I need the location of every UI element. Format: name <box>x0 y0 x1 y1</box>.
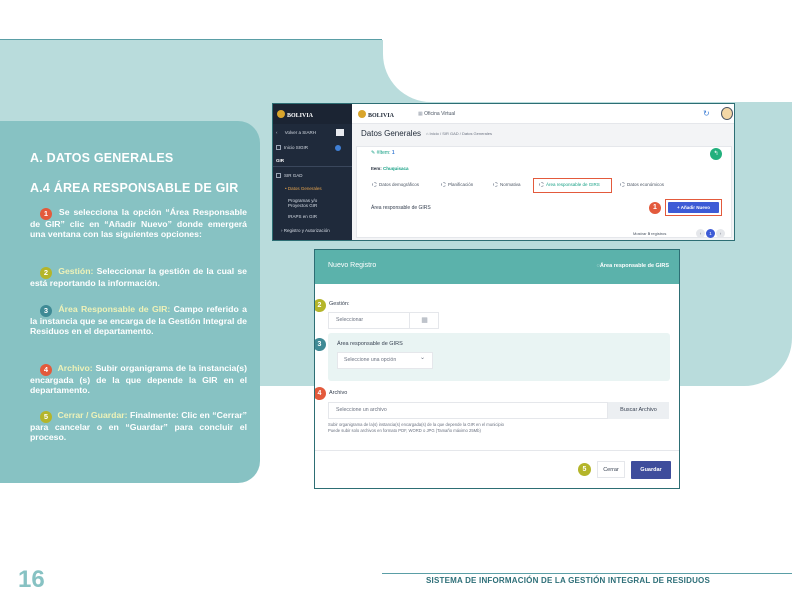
avatar[interactable] <box>721 107 733 120</box>
browse-file-button[interactable]: Buscar Archivo <box>608 402 669 419</box>
sidebar-item-registro[interactable]: › Registro y Autorización <box>281 228 330 233</box>
tab-planificacion[interactable]: Planificación <box>441 182 473 187</box>
datos-generales-screenshot: BOLIVIA BOLIVIA ▦ Oficina Virtual ↻ ‹ Vo… <box>272 103 735 241</box>
step-badge: 4 <box>315 387 326 400</box>
sidebar-group-gir: GIR <box>276 158 285 163</box>
notification-dot <box>335 145 341 151</box>
cancel-button[interactable]: Cerrar <box>597 461 625 478</box>
page-button[interactable]: 1 <box>706 229 715 238</box>
header-title: MINISTERIO DE MEDIO AMBIENTE Y AGUA <box>29 27 205 36</box>
subsection-title: A.4 ÁREA RESPONSABLE DE GIR <box>30 181 239 195</box>
tab-normativa[interactable]: Normativa <box>493 182 521 187</box>
area-label: Área responsable de GIRS <box>337 341 403 347</box>
office-link[interactable]: ▦ Oficina Virtual <box>418 111 455 117</box>
sidebar-logo: BOLIVIA <box>277 110 313 119</box>
item-number: ✎ #Item: 1 <box>371 150 395 156</box>
add-new-button[interactable]: + Añadir Nuevo <box>668 202 719 213</box>
step-label: Archivo: <box>57 363 93 373</box>
modal-subtitle: ◌Área responsable de GIRS <box>596 263 669 269</box>
background-cutout <box>383 40 792 102</box>
chevron-down-icon: ⌄ <box>420 355 426 361</box>
step-badge: 1 <box>649 202 661 214</box>
sidebar-item-home[interactable]: Inicio SIGIR <box>276 145 308 150</box>
folder-icon <box>276 173 281 178</box>
archivo-input[interactable]: Seleccione un archivo <box>328 402 608 419</box>
chevron-left-icon: ‹ <box>276 130 278 135</box>
prev-page-button[interactable]: ‹ <box>696 229 705 238</box>
page-size-selector[interactable]: Mostrar 5 registros <box>633 231 666 236</box>
gestion-label: Gestión: <box>329 301 350 307</box>
loading-icon <box>441 182 446 187</box>
loading-icon <box>620 182 625 187</box>
page-number: 16 <box>18 566 45 593</box>
step-label: Área Responsable de GIR: <box>58 304 171 314</box>
modal-title: Nuevo Registro <box>328 262 377 269</box>
refresh-icon[interactable]: ↻ <box>703 109 710 118</box>
step-badge: 3 <box>315 338 326 351</box>
sidebar-item-iraps[interactable]: IRAPS en GIR <box>288 214 317 219</box>
modal-footer-divider <box>315 450 679 451</box>
sidebar-divider <box>273 166 352 167</box>
home-icon: ⌂ <box>426 131 429 136</box>
page-title: Datos Generales <box>361 129 422 138</box>
breadcrumb: ⌂ Inicio / SIR GAD / Datos Generales <box>426 131 493 136</box>
topbar-logo: BOLIVIA <box>358 110 394 119</box>
sidebar-item-sir-gad[interactable]: SIR GAD <box>276 173 303 178</box>
sidebar-item-back[interactable]: ‹ Volver a SIARH <box>276 130 316 135</box>
grid-icon: ▦ <box>418 111 423 117</box>
help-text: Subir organigrama de la(s) instancia(s) … <box>328 422 504 433</box>
section-label: Área responsable de GIRS <box>371 205 431 211</box>
nuevo-registro-modal: Nuevo Registro ◌Área responsable de GIRS… <box>314 249 680 489</box>
step-2-paragraph: 2 Gestión: Seleccionar la gestión de la … <box>30 266 247 289</box>
home-icon <box>276 145 281 150</box>
collapse-toggle[interactable] <box>336 129 344 136</box>
step-3-paragraph: 3 Área Responsable de GIR: Campo referid… <box>30 304 247 337</box>
loading-icon <box>493 182 498 187</box>
back-icon[interactable]: ↰ <box>710 148 722 160</box>
loading-icon <box>372 182 377 187</box>
step-4-paragraph: 4 Archivo: Subir organigrama de la insta… <box>30 363 247 396</box>
sidebar-item-programas[interactable]: Programas y/o Proyectos GIR <box>288 198 338 208</box>
section-title: A. DATOS GENERALES <box>30 151 174 165</box>
pin-icon: ✎ <box>371 150 376 156</box>
step-text: Se selecciona la opción “Área Responsabl… <box>30 207 247 239</box>
footer-rule <box>382 573 792 574</box>
tab-datos-demograficos[interactable]: Datos demográficos <box>372 182 419 187</box>
step-badge: 5 <box>578 463 591 476</box>
area-select[interactable]: Seleccione una opción <box>337 352 433 369</box>
step-label: Cerrar / Guardar: <box>57 410 128 420</box>
coat-of-arms-icon <box>277 110 285 118</box>
step-5-paragraph: 5 Cerrar / Guardar: Finalmente: Clic en … <box>30 410 247 443</box>
header-rule <box>0 39 382 40</box>
item-name: Item: Chuquisaca <box>371 166 409 171</box>
save-button[interactable]: Guardar <box>631 461 671 479</box>
archivo-label: Archivo <box>329 390 348 396</box>
chevron-right-icon: › <box>281 228 283 233</box>
coat-of-arms-icon <box>358 110 366 118</box>
calendar-icon[interactable]: ▦ <box>409 313 439 328</box>
next-page-button[interactable]: › <box>716 229 725 238</box>
step-badge: 2 <box>315 299 326 312</box>
highlight-frame <box>533 178 612 193</box>
tab-datos-economicos[interactable]: Datos económicos <box>620 182 664 187</box>
step-1-paragraph: 1 Se selecciona la opción “Área Responsa… <box>30 207 247 240</box>
footer-title: SISTEMA DE INFORMACIÓN DE LA GESTIÓN INT… <box>426 576 711 585</box>
sidebar-item-datos-generales[interactable]: • Datos Generales <box>285 186 322 191</box>
bullet-icon: • <box>285 186 287 191</box>
step-label: Gestión: <box>58 266 94 276</box>
